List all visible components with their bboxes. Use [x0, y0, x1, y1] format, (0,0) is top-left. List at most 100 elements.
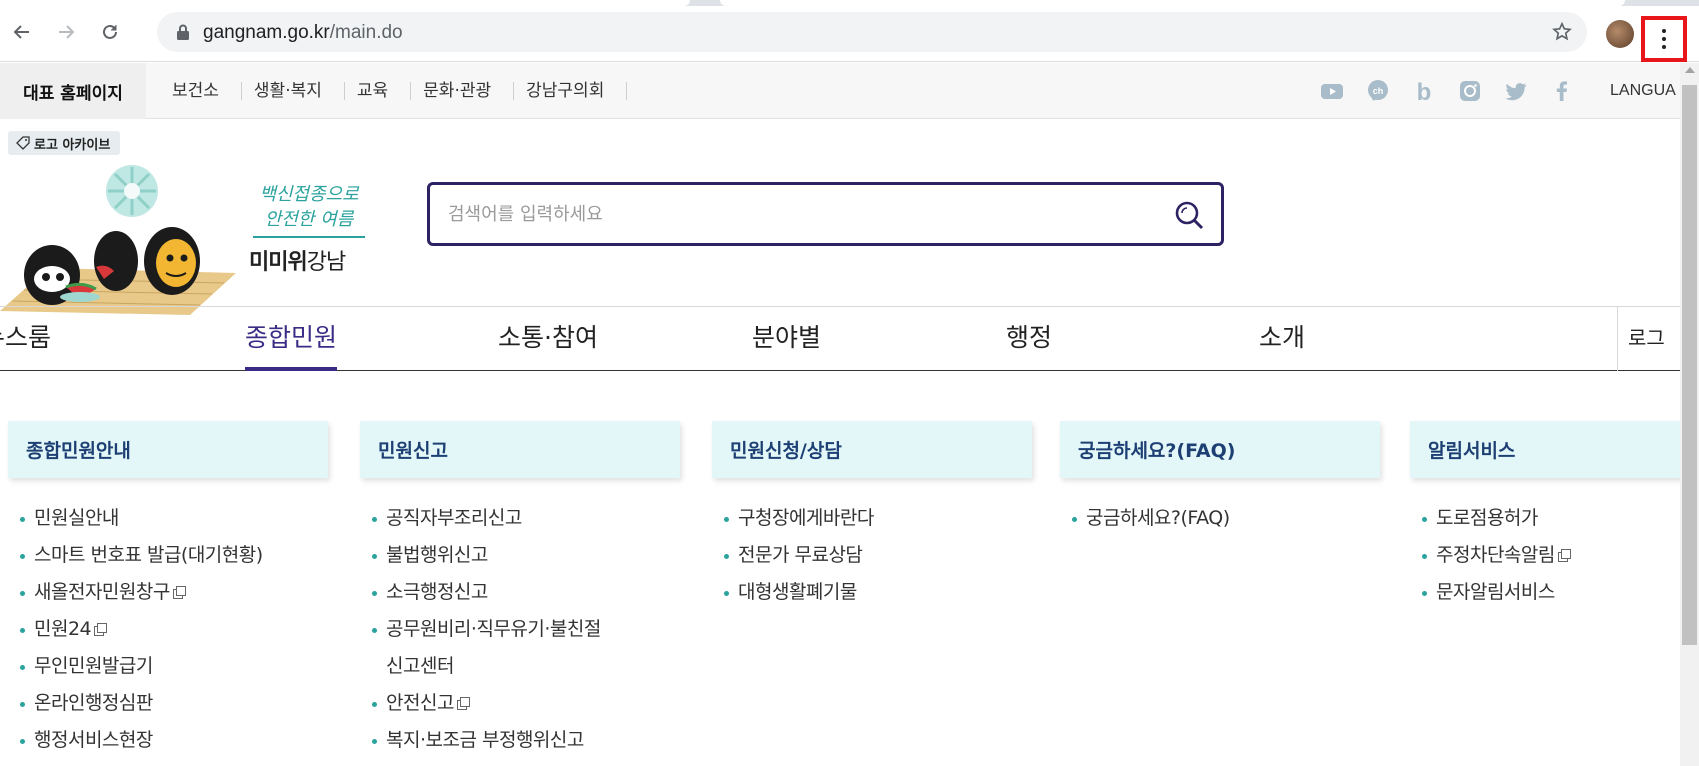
slogan-line-2: 안전한 여름 — [264, 209, 354, 230]
submenu-link[interactable]: 주정차단속알림 — [1422, 537, 1680, 574]
slogan-brand: 미미위강남 — [249, 244, 346, 276]
site-link[interactable]: 교육 — [345, 82, 412, 100]
submenu-link[interactable]: 민원24 — [20, 611, 328, 648]
profile-avatar[interactable] — [1606, 20, 1634, 48]
submenu-link[interactable]: 민원실안내 — [20, 500, 328, 537]
slogan-line-1: 백신접종으로 — [259, 184, 359, 205]
facebook-icon[interactable] — [1548, 77, 1576, 105]
page-scrollbar[interactable] — [1680, 63, 1699, 766]
new-window-icon — [1557, 538, 1571, 562]
submenu-column: 알림서비스도로점용허가주정차단속알림문자알림서비스 — [1410, 421, 1680, 611]
back-arrow-icon — [13, 25, 29, 39]
gnb-item-communication[interactable]: 소통·참여 — [498, 307, 598, 371]
main-homepage-link[interactable]: 대표 홈페이지 — [0, 63, 146, 119]
login-button[interactable]: 로그 — [1622, 307, 1665, 369]
twitter-icon[interactable] — [1502, 77, 1530, 105]
lock-icon — [177, 24, 189, 40]
bookmark-star-icon[interactable] — [1551, 21, 1573, 43]
submenu-link-label: 궁금하세요?(FAQ) — [1086, 507, 1230, 529]
gnb-item-administration[interactable]: 행정 — [1006, 307, 1052, 371]
reload-icon — [103, 24, 117, 39]
submenu-link[interactable]: 안전신고 — [372, 685, 680, 722]
gnb-item-newsroom[interactable]: 뉴스룸 — [0, 307, 51, 371]
brand-regular: 강남 — [306, 250, 346, 275]
submenu-column: 민원신청/상담구청장에게바란다전문가 무료상담대형생활폐기물 — [712, 421, 1032, 611]
search-box — [427, 182, 1224, 246]
logo-archive-label: 로고 아카이브 — [34, 137, 111, 153]
scroll-up-arrow-icon[interactable] — [1685, 67, 1695, 73]
language-selector[interactable]: LANGUA — [1610, 63, 1676, 119]
search-icon[interactable] — [1173, 199, 1205, 231]
submenu-list: 민원실안내스마트 번호표 발급(대기현황) 새올전자민원창구민원24 무인민원발급기… — [8, 500, 328, 759]
submenu-link[interactable]: 대형생활폐기물 — [724, 574, 1032, 611]
utility-bar: 대표 홈페이지 보건소 생활·복지 교육 문화·관광 강남구의회 ch b LA… — [0, 63, 1680, 119]
submenu-link-label: 대형생활폐기물 — [738, 581, 857, 603]
submenu-link[interactable]: 궁금하세요?(FAQ) — [1072, 500, 1380, 537]
web-page: 대표 홈페이지 보건소 생활·복지 교육 문화·관광 강남구의회 ch b LA… — [0, 63, 1680, 766]
submenu-link-label: 도로점용허가 — [1436, 507, 1538, 529]
submenu-column: 종합민원안내민원실안내스마트 번호표 발급(대기현황) 새올전자민원창구민원24 무… — [8, 421, 328, 759]
search-input[interactable] — [448, 199, 1148, 229]
submenu-link-label: 온라인행정심판 — [34, 692, 153, 714]
slogan-script: 백신접종으로 안전한 여름 — [249, 182, 369, 232]
reload-button[interactable] — [92, 14, 128, 50]
submenu-link[interactable]: 행정서비스현장 — [20, 722, 328, 759]
youtube-icon[interactable] — [1318, 77, 1346, 105]
submenu-link[interactable]: 문자알림서비스 — [1422, 574, 1680, 611]
submenu-link[interactable]: 전문가 무료상담 — [724, 537, 1032, 574]
blog-icon[interactable]: b — [1410, 77, 1438, 105]
browser-menu-button[interactable] — [1641, 16, 1687, 62]
submenu-list: 구청장에게바란다전문가 무료상담대형생활폐기물 — [712, 500, 1032, 611]
submenu-link[interactable]: 온라인행정심판 — [20, 685, 328, 722]
submenu-link[interactable]: 공무원비리·직무유기·불친절신고센터 — [372, 611, 680, 685]
submenu-link[interactable]: 새올전자민원창구 — [20, 574, 328, 611]
submenu-link-label: 스마트 번호표 발급(대기현황) — [34, 544, 263, 566]
submenu-link-label: 공무원비리·직무유기·불친절 — [386, 618, 601, 640]
gnb-item-by-field[interactable]: 분야별 — [752, 307, 821, 371]
back-button[interactable] — [4, 14, 40, 50]
submenu-link-label-cont: 신고센터 — [386, 655, 454, 677]
submenu-link[interactable]: 스마트 번호표 발급(대기현황) — [20, 537, 328, 574]
scrollbar-thumb[interactable] — [1682, 85, 1697, 645]
instagram-icon[interactable] — [1456, 77, 1484, 105]
brand-bold: 미미위 — [249, 250, 308, 275]
submenu-link-label: 공직자부조리신고 — [386, 507, 522, 529]
submenu-heading[interactable]: 종합민원안내 — [8, 421, 328, 478]
forward-button[interactable] — [48, 14, 84, 50]
svg-text:ch: ch — [1373, 86, 1384, 96]
site-link[interactable]: 생활·복지 — [242, 82, 345, 100]
gnb-item-about[interactable]: 소개 — [1259, 307, 1305, 371]
submenu-link[interactable]: 구청장에게바란다 — [724, 500, 1032, 537]
related-sites: 보건소 생활·복지 교육 문화·관광 강남구의회 — [160, 63, 628, 119]
new-window-icon — [172, 575, 186, 599]
kakao-channel-icon[interactable]: ch — [1364, 77, 1392, 105]
main-navigation: 뉴스룸 종합민원 소통·참여 분야별 행정 소개 로그 — [0, 306, 1680, 371]
submenu-link[interactable]: 불법행위신고 — [372, 537, 680, 574]
address-bar[interactable]: gangnam.go.kr/main.do — [157, 12, 1587, 52]
submenu-link-label: 주정차단속알림 — [1436, 544, 1555, 566]
submenu-link-label: 구청장에게바란다 — [738, 507, 874, 529]
logo-archive-badge[interactable]: 로고 아카이브 — [8, 131, 121, 155]
submenu-link-label: 전문가 무료상담 — [738, 544, 863, 566]
social-links: ch b — [1318, 77, 1576, 105]
submenu-link[interactable]: 무인민원발급기 — [20, 648, 328, 685]
submenu-link[interactable]: 공직자부조리신고 — [372, 500, 680, 537]
submenu-heading[interactable]: 민원신고 — [360, 421, 680, 478]
login-divider — [1617, 307, 1618, 371]
submenu-heading[interactable]: 알림서비스 — [1410, 421, 1680, 478]
submenu-link-label: 불법행위신고 — [386, 544, 488, 566]
submenu-link-label: 복지·보조금 부정행위신고 — [386, 729, 584, 751]
gnb-item-civil-service[interactable]: 종합민원 — [245, 307, 338, 371]
submenu-link[interactable]: 도로점용허가 — [1422, 500, 1680, 537]
browser-toolbar: gangnam.go.kr/main.do — [0, 6, 1699, 62]
submenu-link-label: 문자알림서비스 — [1436, 581, 1555, 603]
submenu-heading[interactable]: 민원신청/상담 — [712, 421, 1032, 478]
submenu-link[interactable]: 소극행정신고 — [372, 574, 680, 611]
submenu-heading[interactable]: 궁금하세요?(FAQ) — [1060, 421, 1380, 478]
submenu-list: 도로점용허가주정차단속알림문자알림서비스 — [1410, 500, 1680, 611]
site-link[interactable]: 보건소 — [160, 82, 242, 100]
site-link[interactable]: 강남구의회 — [514, 82, 628, 100]
submenu-link-label: 새올전자민원창구 — [34, 581, 170, 603]
submenu-link[interactable]: 복지·보조금 부정행위신고 — [372, 722, 680, 759]
site-link[interactable]: 문화·관광 — [411, 82, 515, 100]
